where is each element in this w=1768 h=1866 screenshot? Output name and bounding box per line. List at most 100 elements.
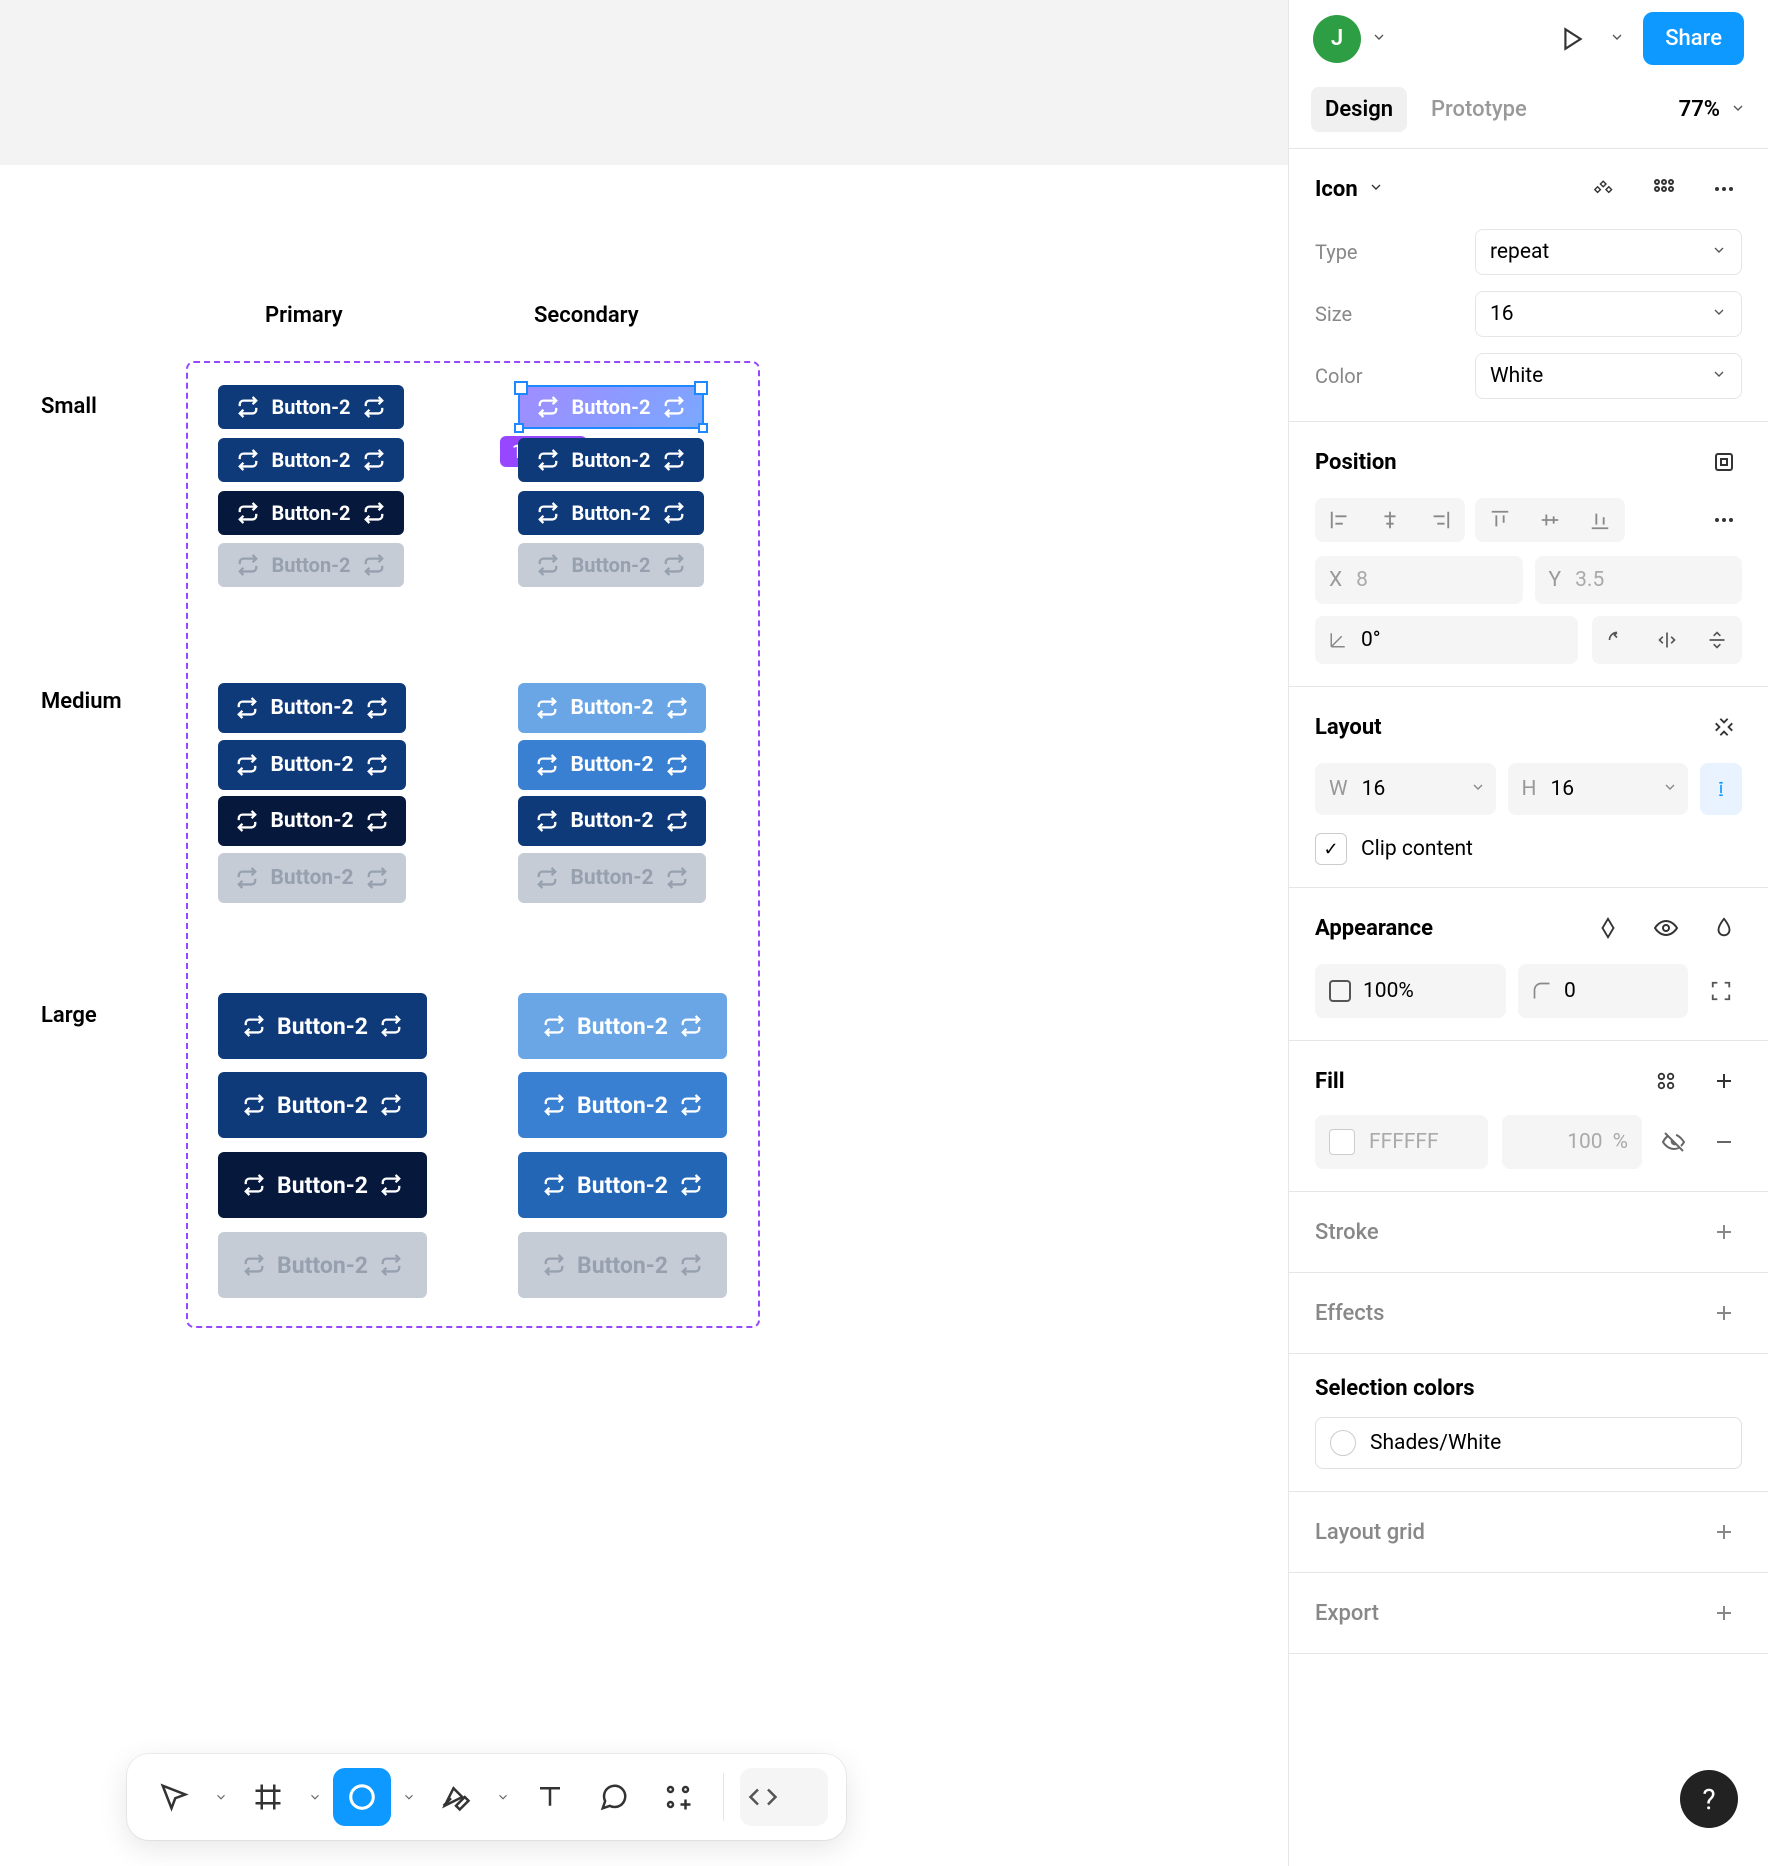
button-medium-secondary-3[interactable]: Button-2 (518, 796, 706, 846)
x-input[interactable]: X8 (1315, 556, 1523, 604)
rotation-input[interactable]: 0° (1315, 616, 1578, 664)
avatar[interactable]: J (1313, 15, 1361, 63)
button-medium-secondary-1[interactable]: Button-2 (518, 683, 706, 733)
frame-tool[interactable] (239, 1768, 297, 1826)
chevron-down-icon[interactable] (397, 1790, 421, 1804)
component-options-icon[interactable] (1646, 171, 1682, 207)
button-small-primary-2[interactable]: Button-2 (218, 438, 404, 482)
button-small-primary-4[interactable]: Button-2 (218, 543, 404, 587)
align-hcenter-button[interactable] (1365, 498, 1415, 542)
button-large-primary-4[interactable]: Button-2 (218, 1232, 427, 1298)
pen-tool[interactable] (427, 1768, 485, 1826)
help-button[interactable]: ? (1680, 1770, 1738, 1828)
chevron-down-icon[interactable] (1368, 179, 1384, 199)
button-large-secondary-3[interactable]: Button-2 (518, 1152, 727, 1218)
chevron-down-icon[interactable] (1609, 29, 1625, 49)
button-large-secondary-4[interactable]: Button-2 (518, 1232, 727, 1298)
add-stroke-button[interactable] (1706, 1214, 1742, 1250)
button-medium-primary-4[interactable]: Button-2 (218, 853, 406, 903)
button-large-primary-1[interactable]: Button-2 (218, 993, 427, 1059)
shape-tool[interactable] (333, 1768, 391, 1826)
button-large-primary-2[interactable]: Button-2 (218, 1072, 427, 1138)
visibility-icon[interactable] (1648, 910, 1684, 946)
tab-design[interactable]: Design (1311, 87, 1407, 132)
chevron-down-icon[interactable] (209, 1790, 233, 1804)
chevron-down-icon[interactable] (491, 1790, 515, 1804)
right-panel: J Share Design Prototype 77% Icon (1288, 0, 1768, 1866)
button-small-secondary-2[interactable]: Button-2 (518, 438, 704, 482)
repeat-icon (243, 1094, 265, 1116)
blend-mode-icon[interactable] (1590, 910, 1626, 946)
canvas-area[interactable]: Primary Secondary Small Medium Large But… (0, 0, 1288, 1866)
chevron-down-icon[interactable] (303, 1790, 327, 1804)
fill-opacity-input[interactable]: 100% (1502, 1115, 1642, 1169)
chevron-down-icon[interactable] (1470, 777, 1486, 801)
add-layout-grid-button[interactable] (1706, 1514, 1742, 1550)
corner-radius-icon (1532, 981, 1552, 1001)
absolute-position-icon[interactable] (1706, 444, 1742, 480)
corner-radius-input[interactable]: 0 (1518, 964, 1688, 1018)
repeat-icon (680, 1174, 702, 1196)
button-medium-primary-3[interactable]: Button-2 (218, 796, 406, 846)
align-vcenter-button[interactable] (1525, 498, 1575, 542)
chevron-down-icon[interactable] (1371, 29, 1387, 49)
button-medium-secondary-4[interactable]: Button-2 (518, 853, 706, 903)
dev-mode-toggle[interactable] (740, 1768, 828, 1826)
share-button[interactable]: Share (1643, 12, 1744, 65)
button-medium-primary-1[interactable]: Button-2 (218, 683, 406, 733)
rotate-90-button[interactable] (1592, 616, 1642, 664)
chevron-down-icon[interactable] (1662, 777, 1678, 801)
button-small-primary-1[interactable]: Button-2 (218, 385, 404, 429)
selection-color-item[interactable]: Shades/White (1315, 1417, 1742, 1469)
present-button[interactable] (1555, 21, 1591, 57)
remove-fill-button[interactable] (1706, 1124, 1742, 1160)
text-tool[interactable] (521, 1768, 579, 1826)
hide-fill-button[interactable] (1656, 1124, 1692, 1160)
align-left-button[interactable] (1315, 498, 1365, 542)
add-effect-button[interactable] (1706, 1295, 1742, 1331)
button-small-secondary-4[interactable]: Button-2 (518, 543, 704, 587)
add-export-button[interactable] (1706, 1595, 1742, 1631)
align-bottom-button[interactable] (1575, 498, 1625, 542)
button-label: Button-2 (277, 1013, 368, 1040)
button-large-secondary-1[interactable]: Button-2 (518, 993, 727, 1059)
align-right-button[interactable] (1415, 498, 1465, 542)
droplet-icon[interactable] (1706, 910, 1742, 946)
fill-color-input[interactable]: FFFFFF (1315, 1115, 1488, 1169)
height-input[interactable]: H16 (1508, 763, 1689, 815)
width-input[interactable]: W16 (1315, 763, 1496, 815)
prop-type-select[interactable]: repeat (1475, 229, 1742, 275)
repeat-icon (666, 810, 688, 832)
comment-tool[interactable] (585, 1768, 643, 1826)
prop-size-select[interactable]: 16 (1475, 291, 1742, 337)
prop-color-select[interactable]: White (1475, 353, 1742, 399)
more-icon[interactable] (1706, 171, 1742, 207)
button-small-primary-3[interactable]: Button-2 (218, 491, 404, 535)
button-medium-secondary-2[interactable]: Button-2 (518, 740, 706, 790)
flip-horizontal-button[interactable] (1642, 616, 1692, 664)
opacity-icon (1329, 980, 1351, 1002)
button-large-secondary-2[interactable]: Button-2 (518, 1072, 727, 1138)
button-medium-primary-2[interactable]: Button-2 (218, 740, 406, 790)
align-top-button[interactable] (1475, 498, 1525, 542)
link-dimensions-button[interactable] (1700, 763, 1742, 815)
styles-icon[interactable] (1648, 1063, 1684, 1099)
repeat-icon (236, 754, 258, 776)
autolayout-collapse-icon[interactable] (1706, 709, 1742, 745)
y-input[interactable]: Y3.5 (1535, 556, 1743, 604)
move-tool[interactable] (145, 1768, 203, 1826)
component-swap-icon[interactable] (1586, 171, 1622, 207)
zoom-level[interactable]: 77% (1679, 97, 1746, 122)
actions-tool[interactable] (649, 1768, 707, 1826)
add-fill-button[interactable] (1706, 1063, 1742, 1099)
button-large-primary-3[interactable]: Button-2 (218, 1152, 427, 1218)
flip-vertical-button[interactable] (1692, 616, 1742, 664)
button-small-secondary-1-selected[interactable]: Button-2 (518, 385, 704, 429)
more-icon[interactable] (1706, 502, 1742, 538)
tab-prototype[interactable]: Prototype (1417, 87, 1541, 132)
position-section: Position X8 Y3.5 0° (1289, 422, 1768, 687)
clip-content-checkbox[interactable]: ✓ (1315, 833, 1347, 865)
opacity-input[interactable]: 100% (1315, 964, 1506, 1018)
button-small-secondary-3[interactable]: Button-2 (518, 491, 704, 535)
expand-corners-button[interactable] (1700, 970, 1742, 1012)
